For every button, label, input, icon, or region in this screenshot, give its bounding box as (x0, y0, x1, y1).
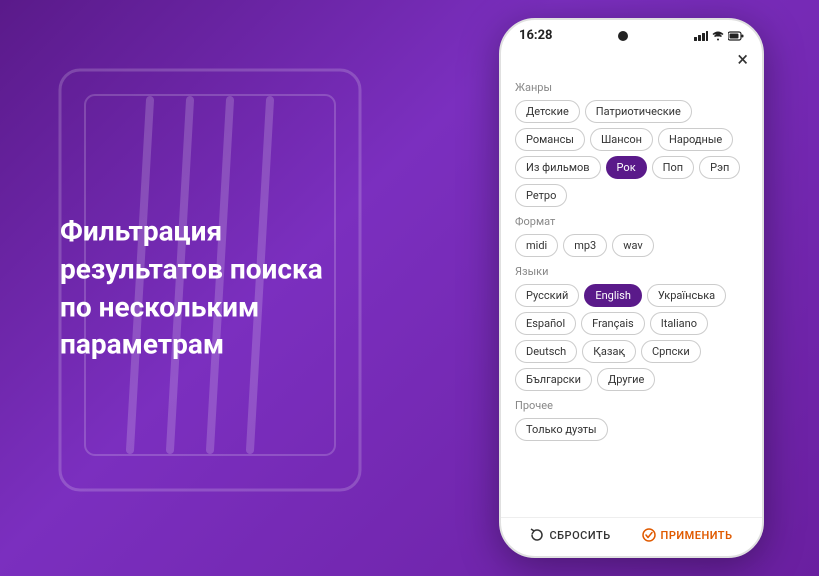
tag-genres-8[interactable]: Рэп (699, 156, 740, 179)
status-icons (694, 31, 744, 41)
phone-bottom-bar: СБРОСИТЬ ПРИМЕНИТЬ (501, 517, 762, 556)
tag-format-2[interactable]: wav (612, 234, 654, 257)
section-label-genres: Жанры (515, 81, 748, 94)
section-label-other: Прочее (515, 399, 748, 412)
phone-mockup: 16:28 (499, 18, 764, 558)
wifi-icon (712, 31, 724, 41)
tag-languages-8[interactable]: Српски (641, 340, 701, 363)
tag-genres-3[interactable]: Шансон (590, 128, 653, 151)
tag-languages-3[interactable]: Español (515, 312, 576, 335)
tag-languages-1[interactable]: English (584, 284, 642, 307)
hero-line4: параметрам (60, 328, 224, 361)
apply-button[interactable]: ПРИМЕНИТЬ (642, 528, 733, 542)
hero-line1: Фильтрация (60, 214, 222, 247)
close-button[interactable]: × (737, 49, 748, 69)
tag-languages-10[interactable]: Другие (597, 368, 655, 391)
tag-format-1[interactable]: mp3 (563, 234, 607, 257)
tag-genres-2[interactable]: Романсы (515, 128, 585, 151)
filter-content[interactable]: Жанры ДетскиеПатриотическиеРомансыШансонН… (501, 73, 762, 517)
tag-genres-1[interactable]: Патриотические (585, 100, 692, 123)
reset-button[interactable]: СБРОСИТЬ (530, 528, 610, 542)
phone-screen: 16:28 (499, 18, 764, 558)
reset-icon (530, 528, 544, 542)
tags-row-languages: РусскийEnglishУкраїнська EspañolFrançaisI… (515, 284, 748, 391)
apply-label: ПРИМЕНИТЬ (661, 529, 733, 542)
tag-languages-4[interactable]: Français (581, 312, 645, 335)
tag-genres-9[interactable]: Ретро (515, 184, 567, 207)
status-bar: 16:28 (501, 20, 762, 47)
hero-text: Фильтрация результатов поиска по несколь… (60, 212, 380, 363)
tag-languages-5[interactable]: Italiano (650, 312, 708, 335)
tag-genres-0[interactable]: Детские (515, 100, 580, 123)
signal-icon (694, 31, 708, 41)
apply-icon (642, 528, 656, 542)
section-label-languages: Языки (515, 265, 748, 278)
tag-genres-5[interactable]: Из фильмов (515, 156, 601, 179)
tag-languages-0[interactable]: Русский (515, 284, 579, 307)
tag-languages-7[interactable]: Қазақ (582, 340, 636, 363)
tag-languages-6[interactable]: Deutsch (515, 340, 577, 363)
camera-notch (618, 31, 628, 41)
tag-languages-2[interactable]: Українська (647, 284, 726, 307)
tag-genres-7[interactable]: Поп (652, 156, 694, 179)
tag-languages-9[interactable]: Български (515, 368, 592, 391)
hero-line2: результатов поиска (60, 252, 323, 285)
tag-other-0[interactable]: Только дуэты (515, 418, 608, 441)
hero-line3: по нескольким (60, 290, 259, 323)
battery-icon (728, 31, 744, 41)
tag-format-0[interactable]: midi (515, 234, 558, 257)
tag-genres-6[interactable]: Рок (606, 156, 647, 179)
tags-row-format: midimp3wav (515, 234, 748, 257)
tag-genres-4[interactable]: Народные (658, 128, 733, 151)
section-label-format: Формат (515, 215, 748, 228)
tags-row-other: Только дуэты (515, 418, 748, 441)
reset-label: СБРОСИТЬ (549, 529, 610, 542)
close-row: × (501, 47, 762, 73)
tags-row-genres: ДетскиеПатриотическиеРомансыШансонНародн… (515, 100, 748, 207)
status-time: 16:28 (519, 28, 553, 43)
